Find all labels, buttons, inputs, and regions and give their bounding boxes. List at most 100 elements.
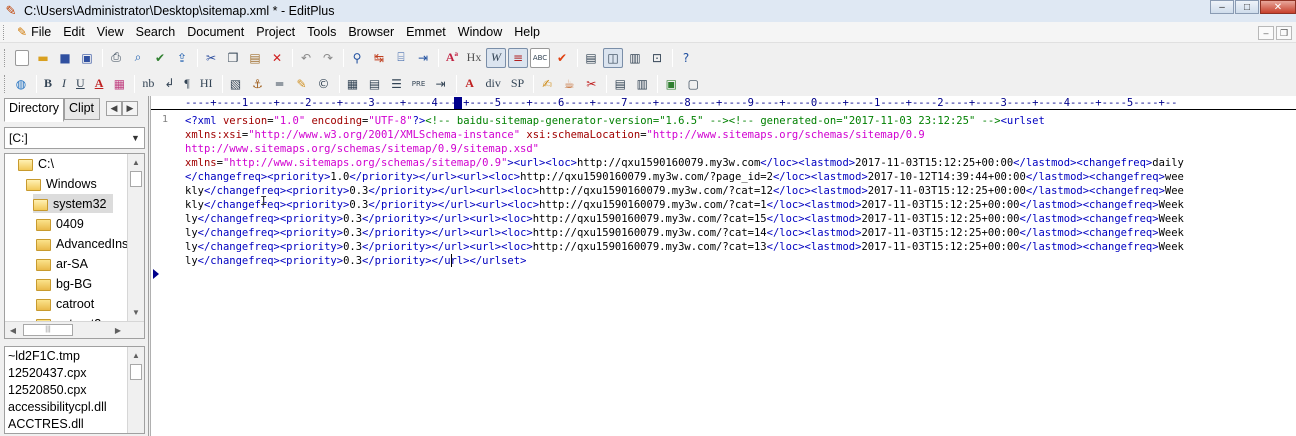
tree-item[interactable]: bg-BG (36, 274, 92, 293)
list-icon[interactable]: ☰ (387, 74, 407, 94)
save-all-icon[interactable]: ▣ (77, 48, 97, 68)
code-line[interactable]: http://www.sitemaps.org/schemas/sitemap/… (185, 142, 1296, 156)
replace-icon[interactable]: ↹ (369, 48, 389, 68)
code-text[interactable]: <?xml version="1.0" encoding="UTF-8"?><!… (185, 114, 1296, 268)
code-line[interactable]: </changefreq><priority>1.0</priority></u… (185, 170, 1296, 184)
tree-item[interactable]: ar-SA (36, 254, 88, 273)
scroll-thumb[interactable] (130, 364, 142, 380)
menu-project[interactable]: Project (250, 23, 301, 42)
scroll-left-icon[interactable]: ◀ (5, 322, 21, 338)
tree-item-selected[interactable]: system32 (33, 194, 113, 213)
tree-item[interactable]: 0409 (36, 214, 84, 233)
bold-button[interactable]: B (40, 74, 56, 94)
table-icon[interactable]: ▦ (343, 74, 363, 94)
font-size-icon[interactable]: Aª (442, 48, 462, 68)
toolbar-grip[interactable] (4, 74, 8, 93)
list-item[interactable]: ACCTRES.dll (8, 417, 84, 433)
code-line[interactable]: kly</changefreq><priority>0.3</priority>… (185, 198, 1296, 212)
find-in-files-icon[interactable]: ⌸ (391, 48, 411, 68)
close-button[interactable]: ✕ (1260, 0, 1296, 14)
tree-item[interactable]: Windows (26, 174, 97, 193)
chevron-down-icon[interactable]: ▼ (127, 128, 144, 148)
mdi-restore-button[interactable]: ❐ (1276, 26, 1292, 40)
color-grid-icon[interactable]: ▦ (109, 74, 129, 94)
menu-help[interactable]: Help (508, 23, 546, 42)
line-break-button[interactable]: ↲ (160, 74, 178, 94)
copyright-icon[interactable]: © (314, 74, 334, 94)
open-folder-icon[interactable]: ▬ (33, 48, 53, 68)
code-line[interactable]: xmlns="http://www.sitemaps.org/schemas/s… (185, 156, 1296, 170)
code-line[interactable]: ly</changefreq><priority>0.3</priority><… (185, 240, 1296, 254)
menu-emmet[interactable]: Emmet (400, 23, 452, 42)
tab-scroll-left-button[interactable]: ◀ (106, 101, 122, 116)
line-numbers-icon[interactable]: ≡ (508, 47, 528, 68)
font-color-button[interactable]: A (91, 74, 108, 94)
tree-vertical-scrollbar[interactable]: ▲ ▼ (127, 154, 144, 321)
scroll-down-icon[interactable]: ▼ (128, 304, 144, 320)
directory-tree[interactable]: C:\ Windows system32 0409 AdvancedIns ar… (4, 153, 145, 339)
nbsp-button[interactable]: nb (138, 74, 158, 94)
char-table-icon[interactable]: ▥ (632, 74, 652, 94)
script-icon[interactable]: ✂ (581, 74, 601, 94)
new-file-icon[interactable] (15, 49, 29, 66)
code-line[interactable]: kly</changefreq><priority>0.3</priority>… (185, 184, 1296, 198)
print-preview-icon[interactable]: ⌕ (128, 48, 148, 68)
scroll-right-icon[interactable]: ▶ (110, 322, 126, 338)
save-icon[interactable]: ■ (55, 48, 75, 68)
menu-tools[interactable]: Tools (301, 23, 342, 42)
delete-icon[interactable]: ✕ (267, 48, 287, 68)
tab-scroll-right-button[interactable]: ▶ (122, 101, 138, 116)
heading-button[interactable]: HI (196, 74, 217, 94)
drive-select[interactable]: [C:] ▼ (4, 127, 145, 149)
font-tag-icon[interactable]: A (460, 74, 480, 94)
list-item[interactable]: ~ld2F1C.tmp (8, 349, 80, 366)
menubar-grip[interactable] (3, 24, 7, 40)
div-button[interactable]: div (482, 74, 505, 94)
copy-icon[interactable]: ❐ (223, 48, 243, 68)
cliptext-icon[interactable]: ▤ (581, 48, 601, 68)
paragraph-button[interactable]: ¶ (180, 74, 193, 94)
span-button[interactable]: SP (507, 74, 528, 94)
form-icon[interactable]: ▤ (365, 74, 385, 94)
menu-view[interactable]: View (91, 23, 130, 42)
output-window-icon[interactable]: ⊡ (647, 48, 667, 68)
html-toolbar-window-icon[interactable]: ▢ (683, 74, 703, 94)
minimize-button[interactable]: – (1210, 0, 1234, 14)
spell-check-icon[interactable]: ✔ (150, 48, 170, 68)
color-picker-icon[interactable]: ▤ (610, 74, 630, 94)
list-item[interactable]: accessibilitycpl.dll (8, 400, 107, 417)
browser-globe-icon[interactable]: ◍ (11, 74, 31, 94)
file-list[interactable]: ~ld2F1C.tmp 12520437.cpx 12520850.cpx ac… (4, 346, 145, 434)
list-item[interactable]: 12520437.cpx (8, 366, 87, 383)
word-wrap-icon[interactable]: W (486, 47, 506, 68)
scroll-up-icon[interactable]: ▲ (128, 347, 144, 363)
undo-icon[interactable]: ↶ (296, 48, 316, 68)
menu-window[interactable]: Window (452, 23, 508, 42)
paste-icon[interactable]: ▤ (245, 48, 265, 68)
list-item[interactable]: 12520850.cpx (8, 383, 87, 400)
ftp-upload-icon[interactable]: ⇪ (172, 48, 192, 68)
css-icon[interactable]: ☕ (559, 74, 579, 94)
cut-icon[interactable]: ✂ (201, 48, 221, 68)
maximize-button[interactable]: □ (1235, 0, 1259, 14)
tree-horizontal-scrollbar[interactable]: ◀ ||| ▶ (5, 321, 144, 338)
tree-item[interactable]: catroot (36, 294, 94, 313)
menu-document[interactable]: Document (181, 23, 250, 42)
underline-button[interactable]: U (72, 74, 89, 94)
find-icon[interactable]: ⚲ (347, 48, 367, 68)
mdi-minimize-button[interactable]: – (1258, 26, 1274, 40)
toolbar-grip[interactable] (4, 48, 8, 67)
hex-icon[interactable]: Hx (464, 48, 484, 68)
tab-cliptext[interactable]: Clipt (64, 98, 101, 120)
menu-file[interactable]: ✎ File (11, 23, 57, 42)
preview-icon[interactable]: ▣ (661, 74, 681, 94)
edit-tag-icon[interactable]: ✍ (537, 74, 557, 94)
title-bar[interactable]: ✎ C:\Users\Administrator\Desktop\sitemap… (0, 0, 1296, 22)
directory-icon[interactable]: ◫ (603, 47, 623, 68)
goto-icon[interactable]: ⇥ (413, 48, 433, 68)
italic-button[interactable]: I (58, 74, 70, 94)
code-line[interactable]: <?xml version="1.0" encoding="UTF-8"?><!… (185, 114, 1296, 128)
code-line[interactable]: ly</changefreq><priority>0.3</priority><… (185, 212, 1296, 226)
tab-directory[interactable]: Directory (4, 98, 65, 122)
filelist-vertical-scrollbar[interactable]: ▲ (127, 347, 144, 433)
